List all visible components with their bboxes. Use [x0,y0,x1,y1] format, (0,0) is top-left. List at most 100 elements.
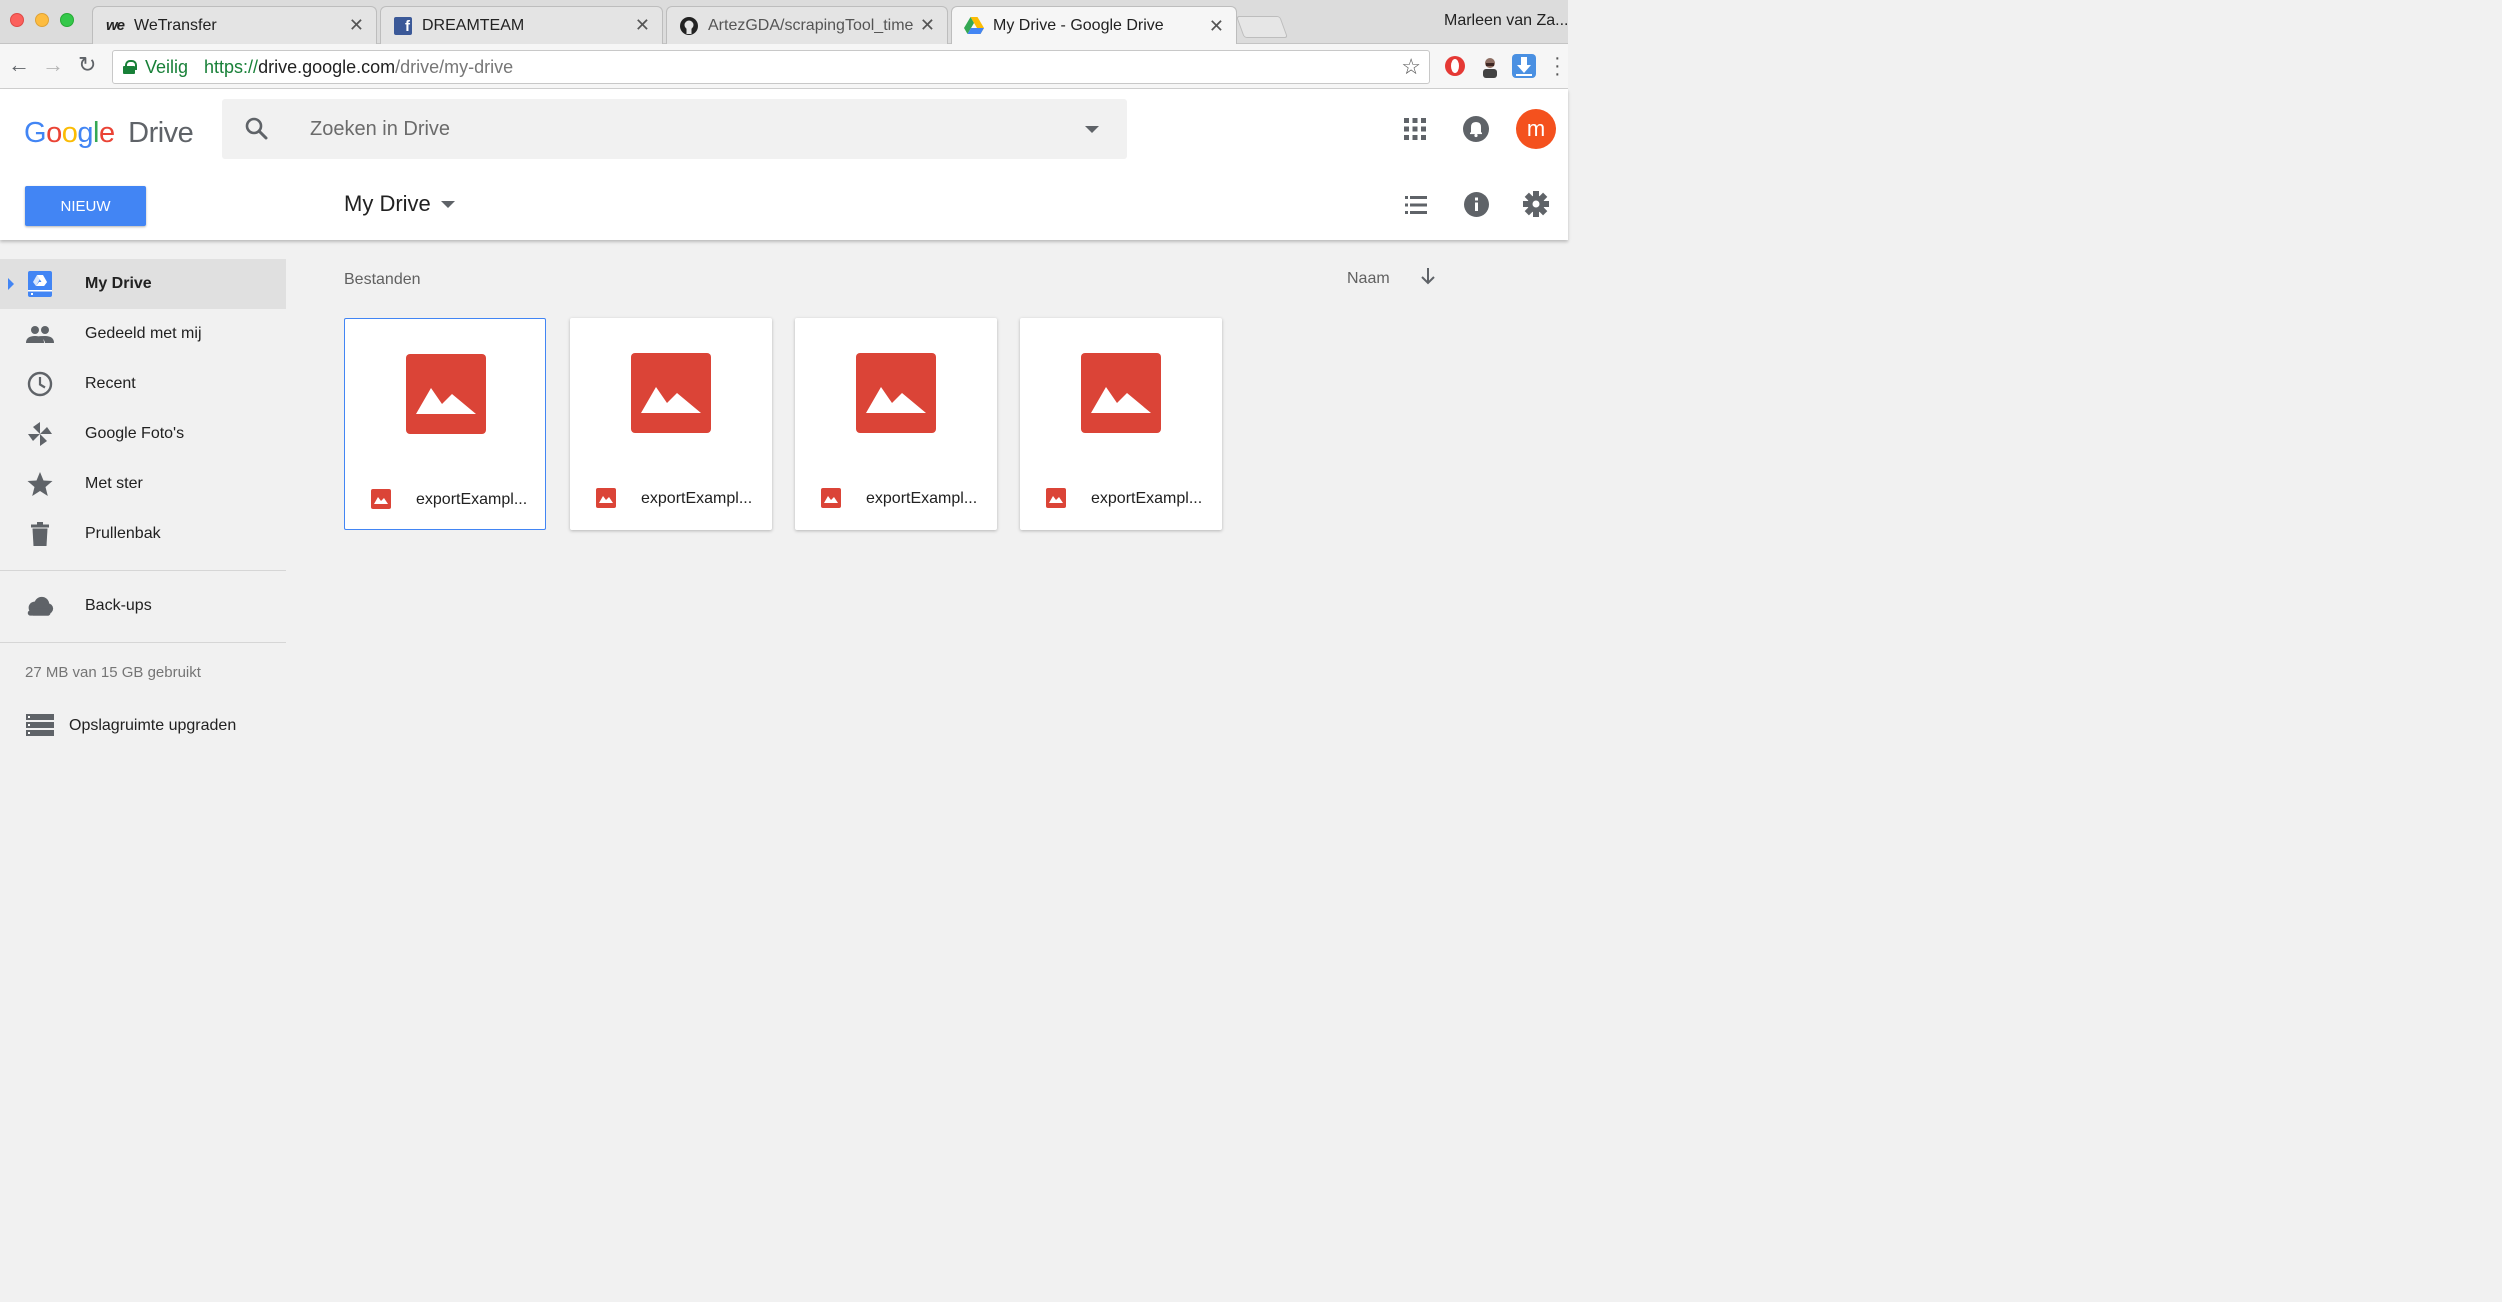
forward-arrow-icon[interactable]: → [42,54,64,76]
browser-menu-icon[interactable]: · · · [1554,48,1561,84]
sidebar-item-backups[interactable]: Back-ups [0,581,286,631]
search-box[interactable] [222,99,1127,159]
window-zoom-button[interactable] [60,13,74,27]
sidebar-divider [0,642,286,643]
main-content: Bestanden Naam exportExampl... exportExa… [286,240,1568,816]
new-button[interactable]: NIEUW [25,186,146,226]
trash-icon [26,522,54,546]
window-minimize-button[interactable] [35,13,49,27]
sidebar-item-label: My Drive [85,275,152,292]
upgrade-storage-link[interactable]: Opslagruimte upgraden [0,708,286,744]
file-card[interactable]: exportExampl... [570,318,772,530]
sort-by-name[interactable]: Naam [1347,270,1390,288]
file-card[interactable]: exportExampl... [344,318,546,530]
location-title-dropdown[interactable]: My Drive [344,191,455,217]
back-arrow-icon[interactable]: ← [8,54,30,76]
new-tab-button[interactable] [1235,16,1289,38]
url-scheme: https:// [204,56,259,77]
wetransfer-icon: we [105,17,125,34]
download-extension-icon[interactable] [1512,54,1536,78]
tab-close-icon[interactable]: ✕ [1209,16,1224,37]
search-options-dropdown-icon[interactable] [1085,126,1099,133]
reload-icon[interactable]: ↻ [78,54,96,76]
browser-tab-github[interactable]: ArtezGDA/scrapingTool_timela ✕ [666,6,948,44]
sidebar: My Drive Gedeeld met mij Recent Google F… [0,240,286,816]
file-name: exportExampl... [641,490,753,507]
profile-extension-icon[interactable] [1478,54,1502,78]
lock-icon [123,60,137,74]
image-file-type-icon [821,488,841,508]
clock-icon [26,371,54,397]
sidebar-item-trash[interactable]: Prullenbak [0,509,286,559]
info-icon[interactable] [1464,192,1489,217]
my-drive-icon [26,271,54,297]
browser-tab-strip: we WeTransfer ✕ f DREAMTEAM ✕ ArtezGDA/s… [0,0,1569,45]
browser-toolbar: ← → ↻ Veilig https:// drive.google.com /… [0,44,1568,89]
tab-close-icon[interactable]: ✕ [920,15,935,36]
image-file-thumbnail-icon [1081,353,1161,433]
sidebar-divider [0,570,286,571]
browser-tab-google-drive[interactable]: My Drive - Google Drive ✕ [951,6,1237,45]
tab-title: My Drive - Google Drive [993,17,1164,34]
page-title: My Drive [344,191,431,216]
tab-title: WeTransfer [134,16,217,34]
file-card[interactable]: exportExampl... [795,318,997,530]
tab-title: DREAMTEAM [422,16,525,34]
bookmark-star-icon[interactable]: ☆ [1401,54,1421,80]
tab-close-icon[interactable]: ✕ [635,15,650,36]
apps-grid-icon[interactable] [1404,118,1426,140]
file-name: exportExampl... [1091,490,1203,507]
cloud-icon [26,594,54,618]
sort-direction-arrow-icon[interactable] [1420,267,1436,290]
google-drive-logo[interactable]: Google Drive [24,117,194,150]
sidebar-item-label: Back-ups [85,597,152,614]
sidebar-item-label: Prullenbak [85,525,161,542]
list-view-icon[interactable] [1405,196,1427,214]
sidebar-item-google-photos[interactable]: Google Foto's [0,409,286,459]
browser-tab-dreamteam[interactable]: f DREAMTEAM ✕ [380,6,663,44]
search-input[interactable] [310,113,1010,145]
sidebar-item-starred[interactable]: Met ster [0,459,286,509]
sidebar-item-label: Recent [85,375,136,392]
sidebar-item-my-drive[interactable]: My Drive [0,259,286,309]
image-file-thumbnail-icon [631,353,711,433]
browser-tab-wetransfer[interactable]: we WeTransfer ✕ [92,6,377,44]
url-host: drive.google.com [258,56,396,77]
storage-stack-icon [26,714,54,741]
sidebar-item-shared[interactable]: Gedeeld met mij [0,309,286,359]
shared-people-icon [26,322,54,346]
settings-gear-icon[interactable] [1523,191,1549,217]
google-wordmark: Google [24,117,115,149]
image-file-type-icon [371,489,391,509]
tab-title: ArtezGDA/scrapingTool_timela [708,16,914,34]
file-name: exportExampl... [416,491,528,508]
drive-header: Google Drive m NIEUW My Drive [0,89,1568,240]
browser-profile-name[interactable]: Marleen van Za... [1444,12,1569,30]
file-name: exportExampl... [866,490,978,507]
sidebar-item-recent[interactable]: Recent [0,359,286,409]
image-file-thumbnail-icon [406,354,486,434]
drive-wordmark: Drive [128,117,194,149]
photos-pinwheel-icon [26,422,54,446]
search-icon[interactable] [244,116,270,147]
file-card[interactable]: exportExampl... [1020,318,1222,530]
chevron-down-icon [440,200,455,208]
image-file-type-icon [1046,488,1066,508]
address-bar[interactable]: Veilig https:// drive.google.com /drive/… [112,50,1430,84]
star-icon [26,472,54,496]
files-section-title: Bestanden [344,271,421,288]
sidebar-item-label: Gedeeld met mij [85,325,202,342]
window-close-button[interactable] [10,13,24,27]
expand-arrow-icon[interactable] [8,278,14,290]
google-drive-icon [964,16,984,36]
github-icon [679,16,699,36]
secure-label: Veilig [145,56,189,77]
tab-close-icon[interactable]: ✕ [349,15,364,36]
opera-extension-icon[interactable] [1443,54,1467,78]
notifications-bell-icon[interactable] [1463,116,1489,142]
account-avatar[interactable]: m [1516,109,1556,149]
image-file-type-icon [596,488,616,508]
facebook-icon: f [393,16,413,36]
image-file-thumbnail-icon [856,353,936,433]
sidebar-item-label: Met ster [85,475,143,492]
